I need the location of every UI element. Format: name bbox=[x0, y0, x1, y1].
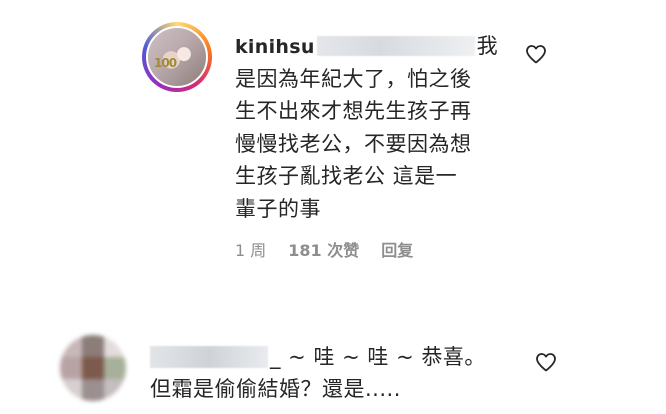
comment-meta: 1 周 181 次赞 回复 bbox=[235, 237, 413, 261]
comment-line: _ ~ 哇 ~ 哇 ~ 恭喜。 bbox=[150, 341, 510, 373]
comment-line: 是因為年紀大了，怕之後 bbox=[235, 66, 472, 91]
avatar-ring[interactable]: 100 bbox=[142, 22, 212, 92]
redacted-username bbox=[316, 36, 475, 56]
comment-text: _ ~ 哇 ~ 哇 ~ 恭喜。 但霜是偷偷結婚？還是..... bbox=[150, 341, 510, 405]
redacted-username bbox=[150, 346, 268, 368]
comment-line: 生不出來才想先生孩子再 bbox=[235, 99, 472, 123]
likes-count[interactable]: 181 次赞 bbox=[288, 237, 359, 261]
avatar[interactable]: 100 bbox=[146, 26, 208, 88]
avatar-photo-mark: 100 bbox=[154, 56, 177, 70]
comment-line: 慢慢找老公，不要因為想 bbox=[235, 131, 472, 156]
comment-line: 生孩子亂找老公 這是一 bbox=[235, 164, 458, 188]
comment-text: kinihsu 我 是因為年紀大了，怕之後 生不出來才想先生孩子再 慢慢找老公，不… bbox=[235, 30, 505, 225]
comment-line: kinihsu 我 bbox=[235, 30, 505, 63]
comment-time: 1 周 bbox=[235, 241, 267, 260]
comment-line: 輩子的事 bbox=[235, 196, 321, 221]
heart-outline-icon[interactable] bbox=[524, 42, 548, 66]
reply-button[interactable]: 回复 bbox=[381, 237, 413, 261]
comment-line: 但霜是偷偷結婚？還是..... bbox=[150, 377, 401, 401]
comment-line-text: 我 bbox=[476, 34, 499, 58]
comment-line-text: _ ~ 哇 ~ 哇 ~ 恭喜。 bbox=[270, 345, 486, 369]
avatar[interactable] bbox=[60, 335, 126, 401]
username-link[interactable]: kinihsu bbox=[235, 36, 315, 58]
heart-outline-icon[interactable] bbox=[534, 350, 558, 374]
